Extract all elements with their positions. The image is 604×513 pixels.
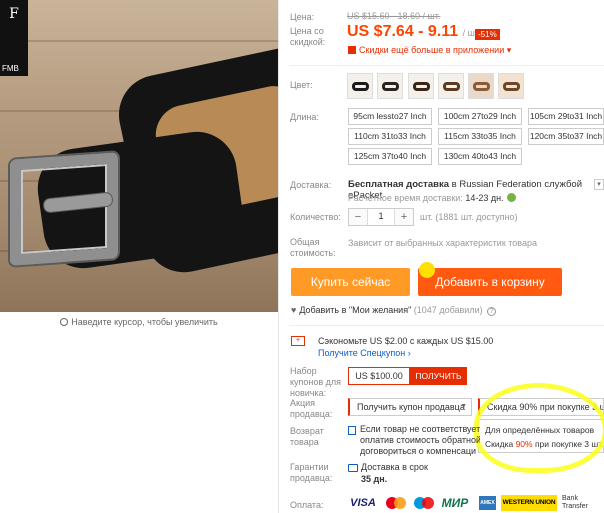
heart-icon: ♥ [291, 305, 297, 315]
length-option-95[interactable]: 95cm lessto27 Inch [348, 108, 432, 125]
truck-icon [348, 464, 358, 472]
mir-icon: МИР [441, 496, 469, 510]
discount-price-label: Цена со скидкой: [290, 26, 326, 47]
brand-logo-text: FMB [0, 64, 21, 73]
maestro-icon [412, 495, 436, 511]
magnifier-icon [60, 318, 69, 326]
quantity-available: шт. (1881 шт. доступно) [420, 212, 518, 222]
old-price: US $15.60 - 18.60 / шт. [347, 11, 441, 21]
cursor-highlight [419, 262, 435, 278]
app-promo-link[interactable]: Скидки ещё больше в приложении ▾ [348, 45, 511, 56]
shipping-eta: Расчётное время доставки: 14-23 дн. [348, 193, 516, 203]
help-icon[interactable]: ? [487, 307, 497, 316]
length-option-125[interactable]: 125cm 37to40 Inch [348, 148, 432, 165]
color-swatch-2[interactable] [377, 73, 403, 99]
quantity-minus-button[interactable]: − [349, 209, 367, 225]
shipping-label: Доставка: [290, 180, 332, 190]
new-user-coupon-label: Набор купонов для новичка: [290, 366, 342, 398]
mastercard-icon [384, 495, 408, 511]
color-swatch-3[interactable] [408, 73, 434, 99]
color-swatch-4[interactable] [438, 73, 464, 99]
length-option-100[interactable]: 100cm 27to29 Inch [438, 108, 522, 125]
quantity-label: Количество: [290, 212, 341, 222]
color-swatch-5[interactable] [468, 73, 494, 99]
yellow-highlight-annotation [474, 383, 604, 473]
guarantee-label: Гарантии продавца: [290, 462, 333, 483]
length-option-115[interactable]: 115cm 33to35 Inch [438, 128, 522, 145]
total-note: Зависит от выбранных характеристик товар… [348, 238, 537, 248]
total-label: Общая стоимость: [290, 237, 336, 258]
add-to-cart-button[interactable]: Добавить в корзину [418, 268, 562, 296]
visa-icon: VISA [350, 497, 376, 509]
amex-icon: AMEX [479, 496, 496, 510]
zoom-hint: Наведите курсор, чтобы увеличить [0, 317, 278, 327]
promo-text: Сэкономьте US $2.00 с каждых US $15.00 [318, 336, 494, 346]
mobile-icon [348, 46, 356, 54]
help-icon[interactable] [506, 193, 516, 202]
coupon-icon: + [291, 336, 305, 346]
length-option-120[interactable]: 120cm 35to37 Inch [528, 128, 604, 145]
quantity-stepper[interactable]: − 1 + [348, 208, 414, 226]
discount-price: US $7.64 - 9.11 / шт. [347, 23, 481, 40]
guarantee-days: 35 дн. [361, 474, 388, 484]
color-swatch-6[interactable] [498, 73, 524, 99]
chevron-down-icon: ▼ [460, 403, 467, 410]
buy-now-button[interactable]: Купить сейчас [291, 268, 410, 296]
get-coupon-button[interactable]: ПОЛУЧИТЬ [410, 367, 467, 385]
shipping-destination: Russian Federation [459, 179, 542, 190]
get-special-coupon-link[interactable]: Получите Спецкупон › [318, 348, 411, 358]
discount-badge: -51% [475, 29, 500, 40]
color-swatch-1[interactable] [347, 73, 373, 99]
returns-label: Возврат товара [290, 426, 324, 447]
price-label: Цена: [290, 12, 315, 22]
length-option-130[interactable]: 130cm 40to43 Inch [438, 148, 522, 165]
length-option-105[interactable]: 105cm 29to31 Inch [528, 108, 604, 125]
wishlist-link[interactable]: ♥ Добавить в "Мои желания" (1047 добавили… [291, 305, 497, 316]
seller-coupon-dropdown[interactable]: Получить купон продавца ▼ [348, 398, 472, 416]
shield-icon [348, 426, 356, 435]
quantity-plus-button[interactable]: + [395, 209, 413, 225]
western-union-icon: WESTERN UNION [501, 495, 557, 511]
bank-transfer-icon: Bank Transfer [562, 495, 588, 510]
shipping-dropdown-chevron-icon[interactable]: ▾ [594, 179, 604, 190]
color-label: Цвет: [290, 80, 313, 90]
length-label: Длина: [290, 112, 319, 122]
product-image[interactable]: F FMB [0, 0, 278, 312]
seller-promo-label: Акция продавца: [290, 398, 333, 419]
guarantee-text: Доставка в срок [361, 462, 428, 472]
returns-text: Если товар не соответствует о оплатив ст… [360, 424, 480, 456]
payment-label: Оплата: [290, 500, 324, 510]
quantity-input[interactable]: 1 [367, 209, 395, 225]
length-option-110[interactable]: 110cm 31to33 Inch [348, 128, 432, 145]
new-user-coupon-amount: US $100.00 [348, 367, 410, 385]
